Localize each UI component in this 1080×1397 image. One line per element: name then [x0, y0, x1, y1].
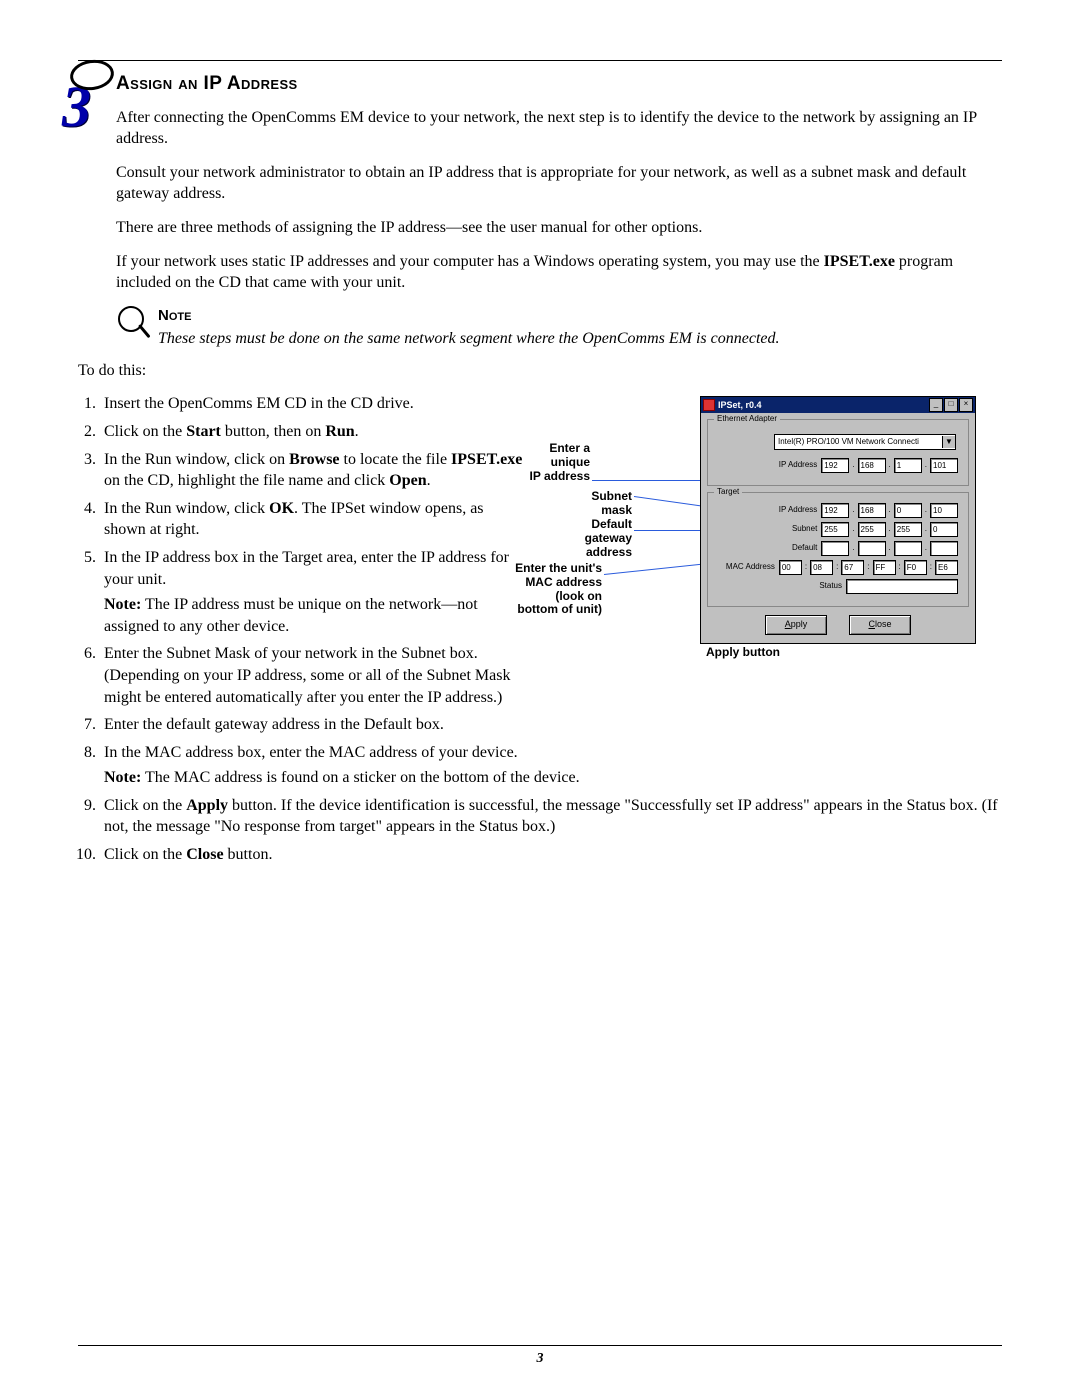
callout-default: Default gateway address	[554, 518, 632, 559]
target-ip-3[interactable]: 0	[894, 503, 922, 518]
paragraph: If your network uses static IP addresses…	[116, 251, 1002, 294]
magnifier-icon	[116, 306, 152, 350]
default-1[interactable]	[821, 541, 849, 556]
list-item: Enter the default gateway address in the…	[100, 714, 524, 736]
mac-6[interactable]: E6	[935, 560, 958, 575]
paragraph: Consult your network administrator to ob…	[116, 162, 1002, 205]
titlebar: IPSet, r0.4 _ □ ×	[701, 397, 975, 413]
list-item: In the Run window, click on Browse to lo…	[100, 449, 524, 492]
page-number: 3	[78, 1350, 1002, 1369]
step-badge: 3	[62, 62, 116, 122]
mac-3[interactable]: 67	[841, 560, 864, 575]
callout-mac: Enter the unit's MAC address (look on bo…	[492, 562, 602, 617]
mac-4[interactable]: FF	[873, 560, 896, 575]
ipset-window: IPSet, r0.4 _ □ × Ethernet Adapter Intel…	[700, 396, 976, 644]
callout-apply: Apply button	[706, 646, 826, 660]
adapter-ip-4: 101	[930, 458, 958, 473]
note-block: Note These steps must be done on the sam…	[116, 306, 1002, 350]
subnet-2[interactable]: 255	[858, 522, 886, 537]
default-2[interactable]	[858, 541, 886, 556]
apply-button[interactable]: Apply	[765, 615, 827, 635]
list-item: Click on the Apply button. If the device…	[100, 795, 1002, 838]
chevron-down-icon[interactable]: ▼	[942, 436, 955, 448]
adapter-ip-3: 1	[894, 458, 922, 473]
target-ip-2[interactable]: 168	[858, 503, 886, 518]
target-ip-1[interactable]: 192	[821, 503, 849, 518]
subnet-label: Subnet	[792, 524, 817, 535]
list-item: Enter the Subnet Mask of your network in…	[100, 643, 524, 708]
target-ip-label: IP Address	[779, 505, 818, 516]
maximize-button[interactable]: □	[944, 398, 958, 412]
note-title: Note	[158, 306, 780, 326]
mac-5[interactable]: F0	[904, 560, 927, 575]
section-heading: Assign an IP Address	[116, 71, 1002, 97]
subnet-3[interactable]: 255	[894, 522, 922, 537]
callout-ip: Enter a unique IP address	[512, 442, 590, 483]
todo-label: To do this:	[78, 360, 1002, 382]
default-4[interactable]	[930, 541, 958, 556]
page-footer: 3	[78, 1345, 1002, 1369]
paragraph: After connecting the OpenComms EM device…	[116, 107, 1002, 150]
mac-label: MAC Address	[726, 562, 775, 573]
close-button[interactable]: Close	[849, 615, 911, 635]
mac-1[interactable]: 00	[779, 560, 802, 575]
adapter-group: Ethernet Adapter Intel(R) PRO/100 VM Net…	[707, 419, 969, 486]
target-group: Target IP Address 192. 168. 0. 10 Subnet…	[707, 492, 969, 607]
window-title: IPSet, r0.4	[718, 399, 762, 411]
paragraph: There are three methods of assigning the…	[116, 217, 1002, 239]
adapter-ip-label: IP Address	[779, 460, 818, 471]
minimize-button[interactable]: _	[929, 398, 943, 412]
status-label: Status	[819, 581, 842, 592]
app-icon	[703, 399, 715, 411]
callout-subnet: Subnet mask	[554, 490, 632, 518]
list-item: In the IP address box in the Target area…	[100, 547, 524, 637]
target-ip-4[interactable]: 10	[930, 503, 958, 518]
mac-2[interactable]: 08	[810, 560, 833, 575]
list-item: In the MAC address box, enter the MAC ad…	[100, 742, 1002, 789]
status-field	[846, 579, 958, 594]
subnet-4[interactable]: 0	[930, 522, 958, 537]
adapter-ip-2: 168	[858, 458, 886, 473]
note-text: These steps must be done on the same net…	[158, 328, 780, 350]
adapter-dropdown[interactable]: Intel(R) PRO/100 VM Network Connecti ▼	[774, 434, 956, 450]
default-3[interactable]	[894, 541, 922, 556]
list-item: Click on the Close button.	[100, 844, 1002, 866]
list-item: In the Run window, click OK. The IPSet w…	[100, 498, 524, 541]
default-label: Default	[792, 543, 817, 554]
list-item: Click on the Start button, then on Run.	[100, 421, 524, 443]
subnet-1[interactable]: 255	[821, 522, 849, 537]
adapter-ip-1: 192	[821, 458, 849, 473]
close-window-button[interactable]: ×	[959, 398, 973, 412]
